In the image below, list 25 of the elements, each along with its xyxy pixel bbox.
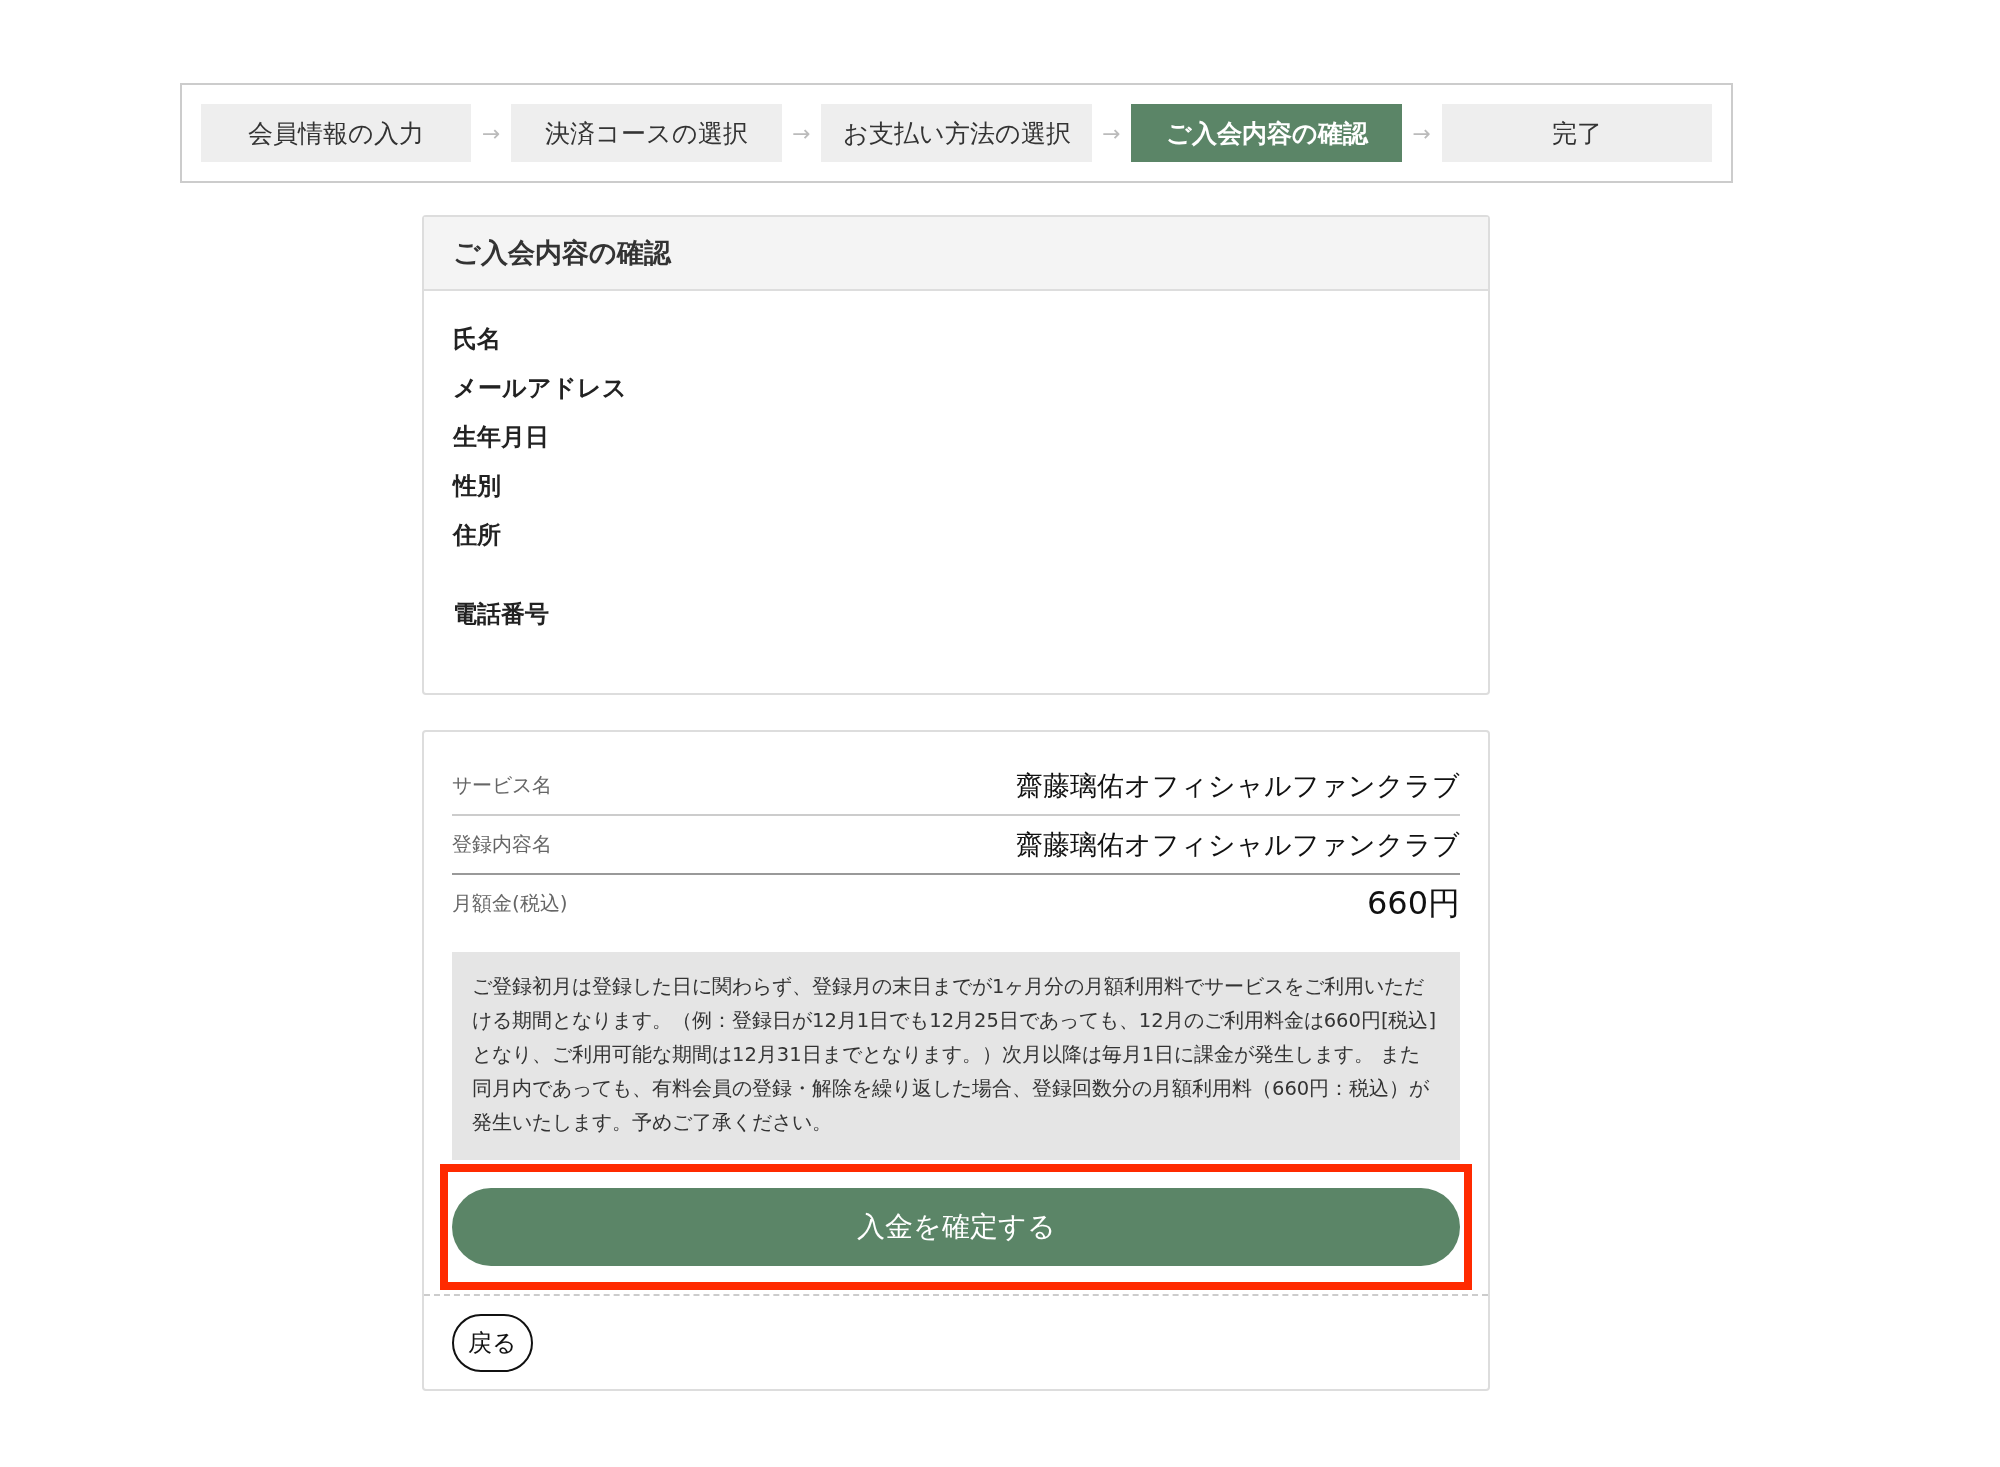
row-label: サービス名: [452, 772, 552, 799]
step-arrow: →: [1101, 120, 1122, 146]
step: 決済コースの選択: [511, 104, 782, 162]
field-label: 生年月日: [453, 422, 550, 453]
step-arrow: →: [1411, 120, 1432, 146]
field-label: 氏名: [453, 324, 502, 355]
back-button[interactable]: 戻る: [452, 1314, 533, 1372]
row-value: 660円: [1366, 882, 1460, 924]
step: 会員情報の入力: [201, 104, 472, 162]
row-label: 月額金(税込): [452, 890, 568, 917]
field-label: 性別: [453, 471, 502, 502]
field-label: メールアドレス: [453, 373, 628, 404]
notice-text: ご登録初月は登録した日に関わらず、登録月の末日までが1ヶ月分の月額利用料でサービスをご利用いただける期間となります。（例：登録日が12月1日でも12月25日であっても、12月のご利用料金は660円[税込]となり、ご利用可能な期間は12月31日までとなります。）次月以降は毎月1日に課金が発生します。 また同月内であっても、有料会員の登録・解除を繰り返した場合、登録回数分の月額利用料（660円：税込）が発生いたします。予めご了承ください。: [452, 952, 1460, 1160]
step: お支払い方法の選択: [821, 104, 1092, 162]
row-value: 齋藤璃佑オフィシャルファンクラブ: [1016, 768, 1460, 803]
step: ご入会内容の確認: [1131, 104, 1402, 162]
row-value: 齋藤璃佑オフィシャルファンクラブ: [1016, 827, 1460, 862]
step-arrow: →: [791, 120, 812, 146]
step: 完了: [1441, 104, 1712, 162]
step-arrow: →: [481, 120, 502, 146]
field-label: 電話番号: [453, 599, 550, 630]
confirm-button[interactable]: 入金を確定する: [452, 1188, 1460, 1266]
card-title: ご入会内容の確認: [424, 217, 1488, 291]
field-label: 住所: [453, 520, 502, 551]
row-label: 登録内容名: [452, 831, 552, 858]
